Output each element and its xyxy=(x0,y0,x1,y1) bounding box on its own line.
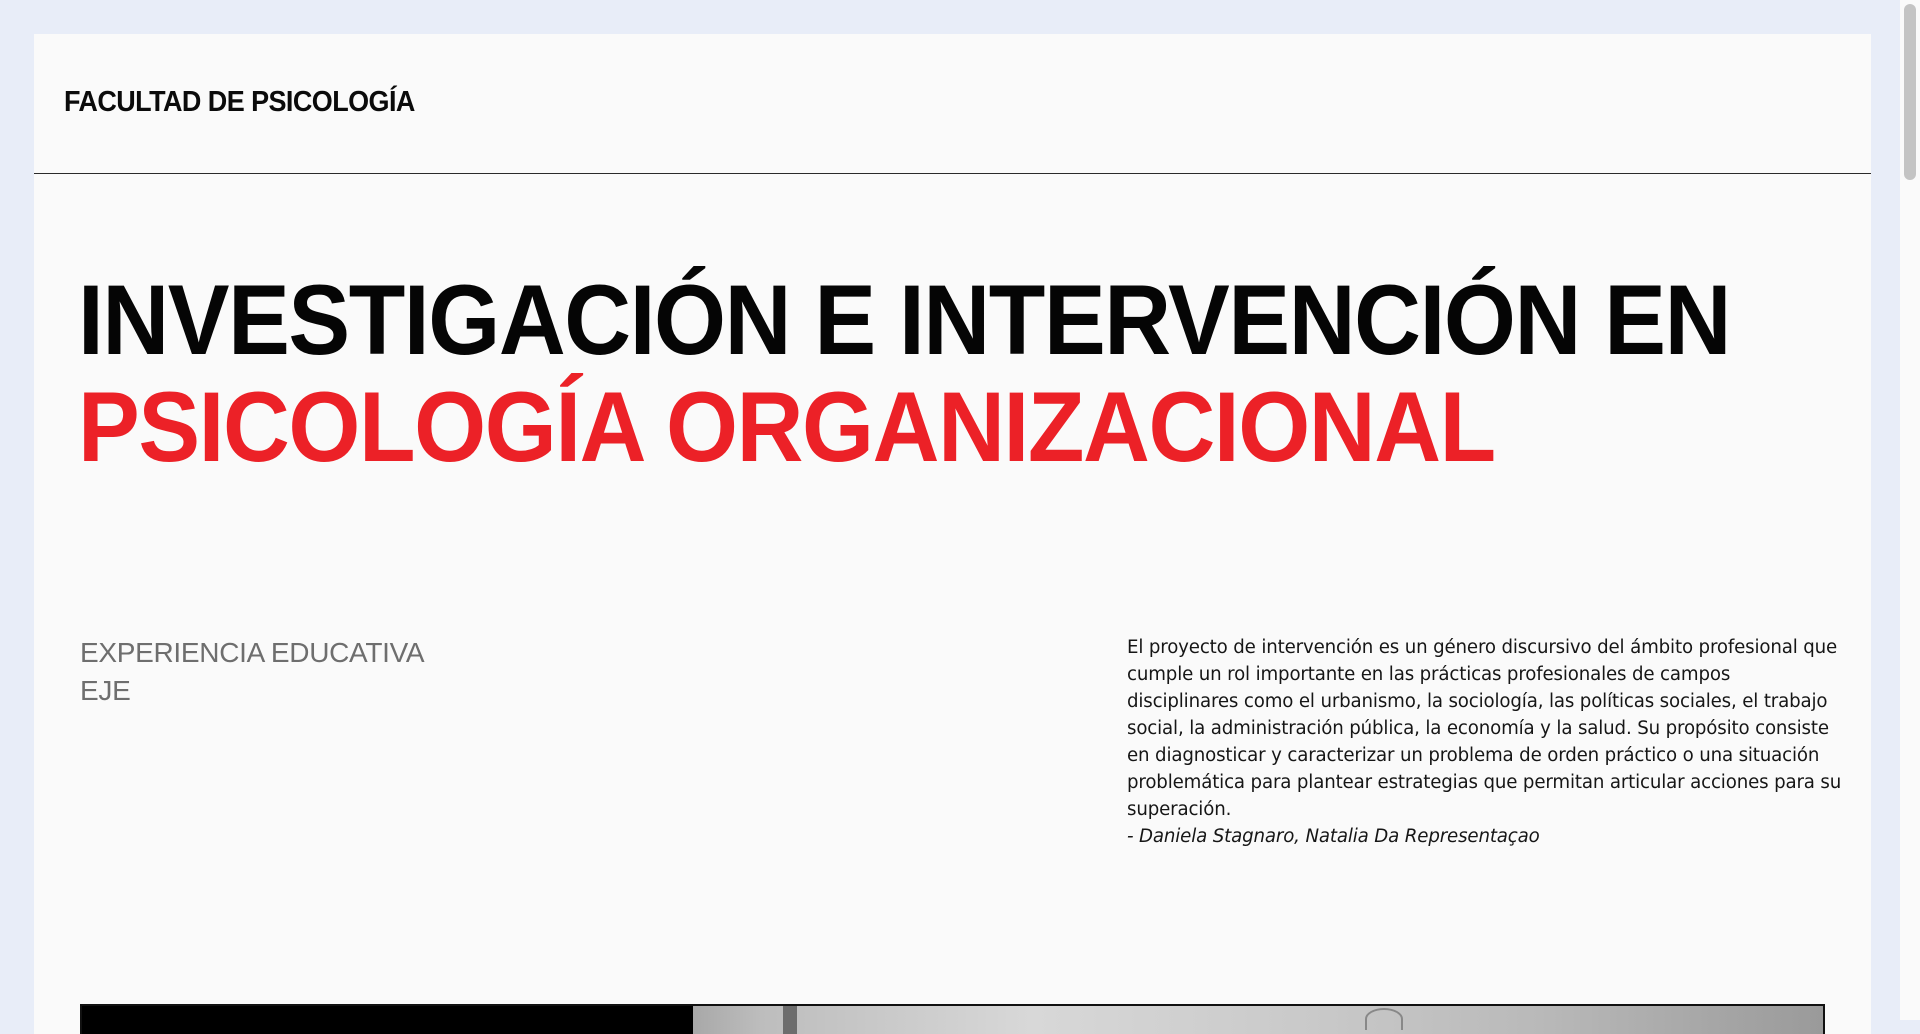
description-block: El proyecto de intervención es un género… xyxy=(1127,634,1847,850)
description-text: El proyecto de intervención es un género… xyxy=(1127,637,1842,820)
page-title-line-1: INVESTIGACIÓN E INTERVENCIÓN EN xyxy=(78,264,1731,375)
site-title-link[interactable]: FACULTAD DE PSICOLOGÍA xyxy=(64,86,415,119)
scrollbar-thumb[interactable] xyxy=(1904,4,1916,180)
site-header: FACULTAD DE PSICOLOGÍA xyxy=(34,34,1871,174)
experiencia-educativa-label: EXPERIENCIA EDUCATIVA xyxy=(80,637,425,668)
eje-label: EJE xyxy=(80,675,131,706)
page-card: FACULTAD DE PSICOLOGÍA INVESTIGACIÓN E I… xyxy=(34,34,1871,1034)
hero-image-dark-panel xyxy=(82,1006,693,1034)
description-author: - Daniela Stagnaro, Natalia Da Represent… xyxy=(1127,826,1540,847)
hero-image-photo xyxy=(693,1006,1823,1034)
page-title: INVESTIGACIÓN E INTERVENCIÓN EN PSICOLOG… xyxy=(78,266,1838,480)
hero-image xyxy=(80,1004,1825,1034)
page-title-line-2: PSICOLOGÍA ORGANIZACIONAL xyxy=(78,371,1496,482)
page-scrollbar[interactable] xyxy=(1900,0,1920,1020)
meta-labels: EXPERIENCIA EDUCATIVA EJE xyxy=(80,634,425,710)
